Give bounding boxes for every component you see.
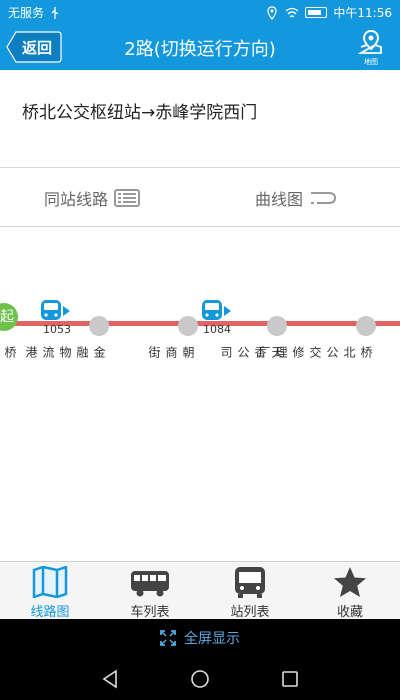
- back-button[interactable]: 返回: [6, 31, 62, 63]
- wifi-icon: [285, 7, 299, 17]
- divider: [0, 226, 400, 227]
- carrier-text: 无服务: [8, 6, 45, 20]
- clock-text: 中午11:56: [333, 6, 392, 20]
- route-name: 桥北公交枢纽站→赤峰学院西门: [22, 103, 258, 123]
- nav-label: 车列表: [130, 605, 170, 620]
- back-label: 返回: [21, 38, 52, 57]
- station-dot: [89, 316, 109, 336]
- bus-id: 1084: [203, 323, 231, 336]
- route-map-icon: [32, 566, 68, 598]
- battery-icon: [305, 7, 328, 18]
- station-name: 朝商街: [147, 346, 195, 359]
- nav-station-list[interactable]: 站列表: [200, 562, 300, 620]
- system-nav-bar: [0, 657, 400, 700]
- nav-home-icon[interactable]: [190, 669, 210, 689]
- map-button[interactable]: 地图: [356, 29, 386, 66]
- bus-list-icon: [131, 571, 169, 597]
- bottom-nav: 线路图 车列表 站列表 收藏: [0, 561, 400, 620]
- list-icon: [114, 189, 141, 207]
- star-icon: [334, 567, 366, 597]
- tab-label: 曲线图: [255, 190, 304, 209]
- map-caption: 地图: [364, 58, 378, 66]
- bus-id: 1053: [43, 323, 71, 336]
- nav-label: 站列表: [230, 605, 270, 620]
- route-tabs: 同站线路 曲线图: [0, 168, 400, 226]
- tab-label: 同站线路: [44, 190, 109, 209]
- nav-bus-list[interactable]: 车列表: [100, 562, 200, 620]
- nav-label: 线路图: [30, 605, 70, 620]
- curve-icon: [311, 192, 337, 204]
- title-bar: 返回 2路(切换运行方向) 地图: [0, 24, 400, 70]
- tab-same-station-lines[interactable]: 同站线路: [44, 186, 141, 210]
- bus-icon[interactable]: [40, 297, 72, 323]
- nav-back-icon[interactable]: [100, 669, 120, 689]
- station-name: 桥北公交枢纽站: [3, 346, 17, 359]
- nav-route-map[interactable]: 线路图: [0, 562, 100, 620]
- station-name: 桥北公交修理厂: [257, 346, 373, 359]
- fullscreen-button[interactable]: 全屏显示: [0, 619, 400, 657]
- station-dot: [178, 316, 198, 336]
- usb-icon: [51, 6, 59, 19]
- fullscreen-label: 全屏显示: [184, 631, 240, 647]
- map-pin-icon: [357, 29, 382, 54]
- fullscreen-icon: [160, 630, 176, 646]
- bus-icon[interactable]: [201, 297, 233, 323]
- nav-favorites[interactable]: 收藏: [300, 562, 400, 620]
- nav-recents-icon[interactable]: [280, 669, 300, 689]
- station-dot: [267, 316, 287, 336]
- nav-label: 收藏: [336, 605, 363, 620]
- station-name: 金融物流港: [24, 346, 106, 359]
- tab-curve-chart[interactable]: 曲线图: [255, 186, 337, 210]
- station-list-icon: [235, 567, 265, 598]
- location-icon: [267, 5, 278, 20]
- page-title[interactable]: 2路(切换运行方向): [70, 35, 330, 61]
- station-dot: [356, 316, 376, 336]
- status-bar: 无服务 中午11:56: [0, 0, 400, 24]
